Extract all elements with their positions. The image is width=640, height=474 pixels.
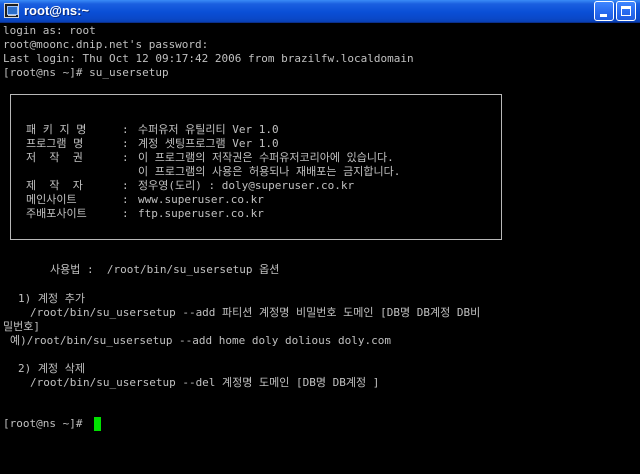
info-value: www.superuser.co.kr [138, 193, 264, 206]
terminal-window: root@ns:~ login as: root root@moonc.dnip… [0, 0, 640, 474]
info-row-program: 프로그램 명: 계정 셋팅프로그램 Ver 1.0 [26, 136, 279, 151]
info-label: 주배포사이트 [26, 207, 87, 220]
info-label: 패 키 지 명 [26, 123, 87, 136]
maximize-button[interactable] [616, 1, 636, 21]
maximize-icon [621, 6, 631, 16]
last-login-line: Last login: Thu Oct 12 09:17:42 2006 fro… [3, 52, 414, 65]
info-row-main-site: 메인사이트: www.superuser.co.kr [26, 192, 264, 207]
info-value: 계정 셋팅프로그램 Ver 1.0 [138, 137, 279, 150]
login-line: login as: root [3, 24, 96, 37]
usage-line: 사용법 : /root/bin/su_usersetup 옵션 [50, 263, 280, 276]
info-separator: : [122, 123, 129, 136]
window-title: root@ns:~ [24, 3, 90, 18]
info-label: 메인사이트 [26, 193, 77, 206]
section-delete-syntax: /root/bin/su_usersetup --del 계정명 도메인 [DB… [30, 376, 380, 389]
info-value: 수퍼유저 유틸리티 Ver 1.0 [138, 123, 279, 136]
section-add-syntax-cont: 밀번호] [3, 320, 40, 333]
info-separator: : [122, 179, 129, 192]
info-separator: : [122, 207, 129, 220]
terminal-content[interactable]: login as: root root@moonc.dnip.net's pas… [0, 22, 640, 474]
info-label: 프로그램 명 [26, 137, 84, 150]
section-delete-title: 2) 계정 삭제 [18, 362, 85, 375]
info-label: 제 작 자 [26, 179, 83, 192]
info-row-distribution-site: 주배포사이트: ftp.superuser.co.kr [26, 206, 264, 221]
info-row-copyright: 저 작 권: 이 프로그램의 저작권은 수퍼유저코리아에 있습니다. [26, 150, 394, 165]
info-value: 정우영(도리) : doly@superuser.co.kr [138, 179, 355, 192]
section-add-example: 예)/root/bin/su_usersetup --add home doly… [10, 334, 391, 347]
info-row-package: 패 키 지 명: 수퍼유저 유틸리티 Ver 1.0 [26, 122, 279, 137]
info-value: ftp.superuser.co.kr [138, 207, 264, 220]
info-separator: : [122, 151, 129, 164]
info-label: 저 작 권 [26, 151, 83, 164]
command-line: [root@ns ~]# su_usersetup [3, 66, 169, 79]
section-add-title: 1) 계정 추가 [18, 292, 85, 305]
password-prompt: root@moonc.dnip.net's password: [3, 38, 209, 51]
info-row-author: 제 작 자: 정우영(도리) : doly@superuser.co.kr [26, 178, 354, 193]
putty-app-icon[interactable] [4, 3, 19, 18]
info-separator: : [122, 137, 129, 150]
info-row-copyright-2: 이 프로그램의 사용은 허용되나 재배포는 금지합니다. [26, 164, 400, 179]
shell-prompt: [root@ns ~]# [3, 417, 83, 430]
section-add-syntax: /root/bin/su_usersetup --add 파티션 계정명 비밀번… [30, 306, 481, 319]
info-value: 이 프로그램의 저작권은 수퍼유저코리아에 있습니다. [138, 151, 394, 164]
title-bar[interactable]: root@ns:~ [0, 0, 640, 23]
info-value: 이 프로그램의 사용은 허용되나 재배포는 금지합니다. [138, 165, 401, 178]
text-cursor [94, 417, 101, 431]
minimize-button[interactable] [594, 1, 614, 21]
info-separator: : [122, 193, 129, 206]
minimize-icon [600, 14, 607, 17]
